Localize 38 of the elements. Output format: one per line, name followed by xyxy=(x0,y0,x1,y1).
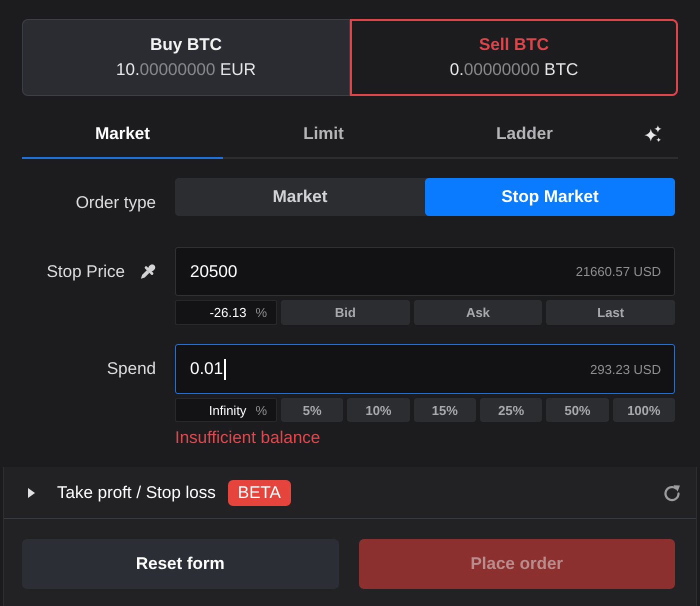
unit-label: % xyxy=(255,402,267,418)
reset-button[interactable]: Reset form xyxy=(22,539,338,589)
balance-text: 10.00000000 EUR xyxy=(116,60,256,80)
order-tab[interactable]: Limit xyxy=(223,111,424,159)
spend-field[interactable]: 0.01 293.23 USD xyxy=(175,344,675,394)
order-tab[interactable]: Market xyxy=(22,111,223,159)
price-preset-button[interactable]: Bid xyxy=(281,300,410,325)
percent-preset-button[interactable]: 10% xyxy=(347,398,410,422)
buy-button[interactable]: Buy BTC 10.00000000 EUR xyxy=(22,19,350,96)
percent-preset-button[interactable]: 25% xyxy=(480,398,542,422)
field-label: Stop Price xyxy=(46,262,125,282)
error-message: Insufficient balance xyxy=(175,428,320,448)
eyedropper-icon[interactable] xyxy=(140,264,156,280)
usd-equivalent-text: 21660.57 USD xyxy=(576,264,661,279)
percent-preset-button[interactable]: 100% xyxy=(612,398,675,422)
order-tab[interactable]: Ladder xyxy=(424,111,625,159)
usd-equivalent-text: 293.23 USD xyxy=(590,362,661,376)
percent-share-field[interactable]: Infinity % xyxy=(175,398,277,422)
sell-button[interactable]: Sell BTC 0.00000000 BTC xyxy=(350,19,678,96)
order-type-option[interactable]: Stop Market xyxy=(425,178,675,216)
percent-preset-button[interactable]: 5% xyxy=(281,398,344,422)
order-type-option[interactable]: Market xyxy=(175,178,425,216)
percent-preset-button[interactable]: 15% xyxy=(414,398,476,422)
beta-badge: BETA xyxy=(228,480,291,506)
field-label: Order type xyxy=(76,193,157,213)
stop-price-field[interactable]: 20500 21660.57 USD xyxy=(175,247,675,296)
percent-preset-button[interactable]: 50% xyxy=(546,398,609,422)
refresh-icon[interactable] xyxy=(663,484,681,502)
field-label: Spend xyxy=(106,359,157,379)
price-preset-button[interactable]: Last xyxy=(546,300,675,325)
section-title: Take proft / Stop loss xyxy=(57,482,216,502)
balance-text: 0.00000000 BTC xyxy=(450,60,578,80)
text-cursor-icon xyxy=(224,358,226,380)
unit-label: % xyxy=(255,305,267,320)
percent-offset-field[interactable]: -26.13 % xyxy=(175,300,277,325)
expand-triangle-icon[interactable] xyxy=(28,488,35,498)
price-preset-button[interactable]: Ask xyxy=(414,300,542,325)
sparkle-icon[interactable] xyxy=(644,125,662,143)
